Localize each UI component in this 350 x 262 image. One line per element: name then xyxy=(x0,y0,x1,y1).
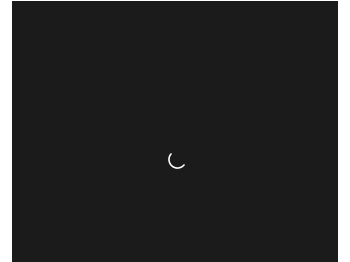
loading-viewport xyxy=(12,1,338,262)
left-margin xyxy=(0,0,12,262)
loading-spinner-icon xyxy=(168,151,188,171)
right-margin xyxy=(338,0,350,262)
